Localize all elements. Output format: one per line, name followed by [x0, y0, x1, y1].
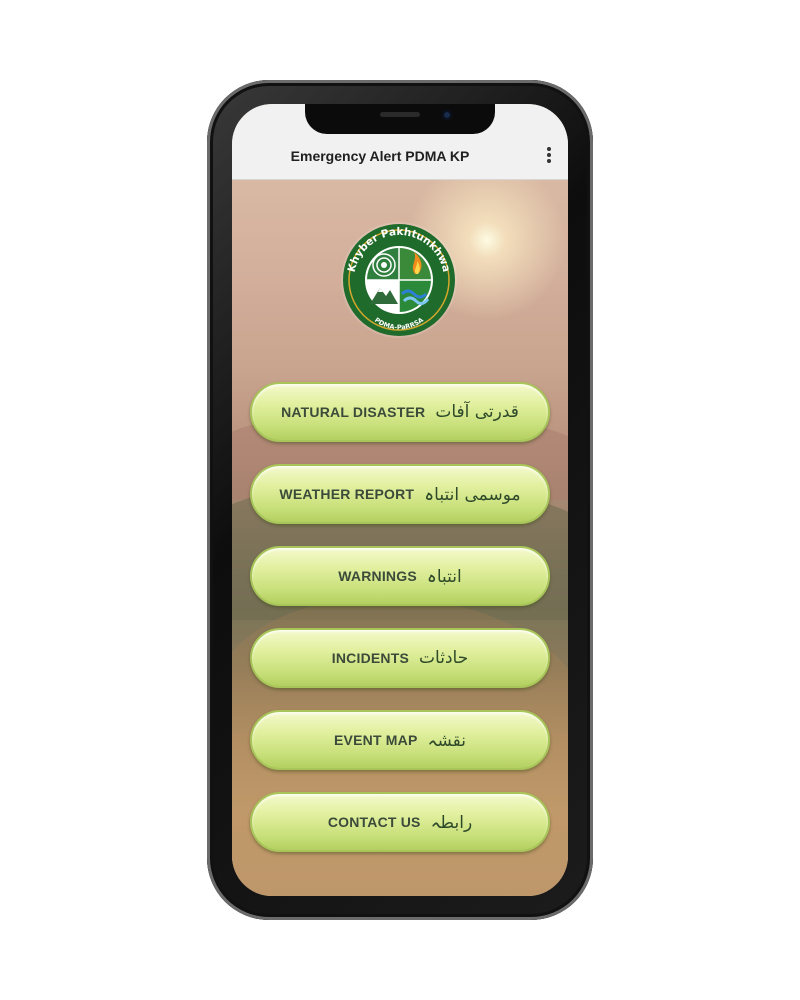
phone-notch: [305, 104, 495, 134]
pdma-logo: Khyber Pakhtunkhwa PDMA-PaRRSA: [341, 222, 457, 338]
button-label-english: WARNINGS: [338, 568, 417, 584]
button-label-english: CONTACT US: [327, 814, 421, 830]
natural-disaster-button[interactable]: NATURAL DISASTER قدرتی آفات: [250, 382, 550, 442]
app-title: Emergency Alert PDMA KP: [290, 148, 470, 164]
contact-us-button[interactable]: CONTACT US رابطہ: [250, 792, 550, 852]
button-label-urdu: موسمی انتباہ: [424, 484, 521, 505]
speaker-grille: [380, 112, 420, 117]
button-label-english: EVENT MAP: [334, 732, 418, 748]
weather-report-button[interactable]: WEATHER REPORT موسمی انتباہ: [250, 464, 550, 524]
more-vertical-icon[interactable]: [542, 144, 556, 166]
button-label-english: INCIDENTS: [331, 650, 410, 666]
event-map-button[interactable]: EVENT MAP نقشہ: [250, 710, 550, 770]
phone-frame: Emergency Alert PDMA KP Khyber Pakhtunkh…: [207, 80, 593, 920]
button-label-urdu: حادثات: [419, 648, 469, 668]
button-label-urdu: نقشہ: [427, 730, 466, 751]
button-label-urdu: رابطہ: [430, 812, 473, 833]
front-camera: [442, 110, 452, 120]
button-label-urdu: انتباہ: [426, 566, 462, 587]
phone-screen: Emergency Alert PDMA KP Khyber Pakhtunkh…: [232, 104, 568, 896]
button-label-urdu: قدرتی آفات: [435, 402, 519, 422]
warnings-button[interactable]: WARNINGS انتباہ: [250, 546, 550, 606]
button-label-english: NATURAL DISASTER: [281, 404, 426, 420]
incidents-button[interactable]: INCIDENTS حادثات: [250, 628, 550, 688]
button-label-english: WEATHER REPORT: [279, 486, 415, 502]
